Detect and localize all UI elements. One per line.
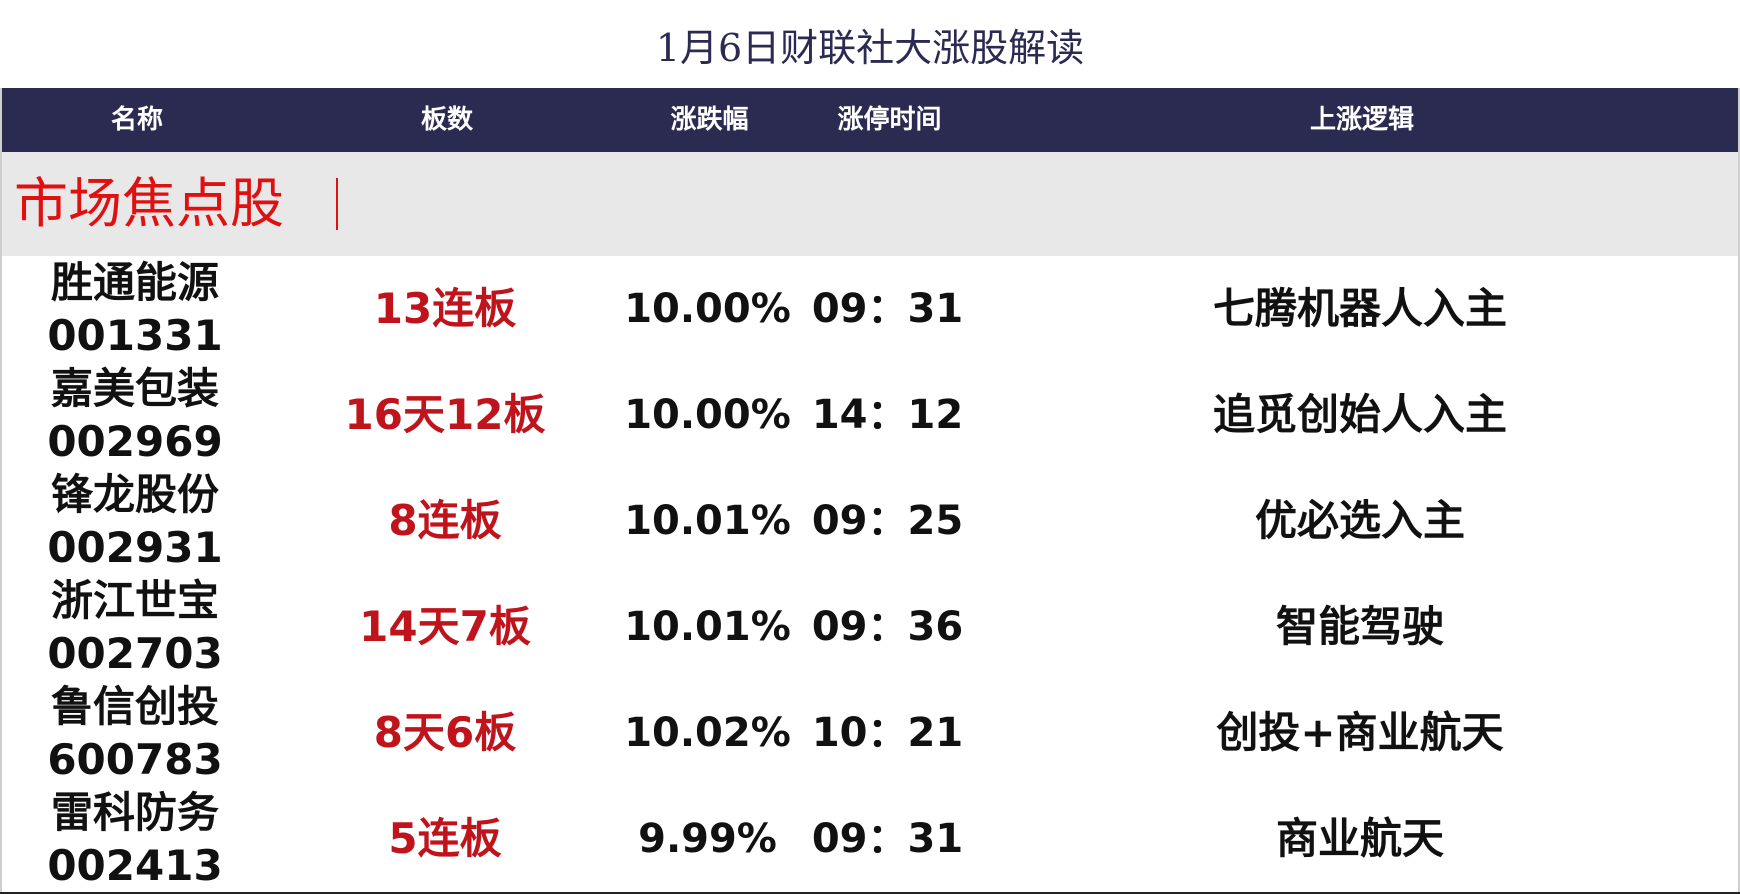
- change-percent: 10.00%: [624, 286, 791, 332]
- stock-name: 鲁信创投: [50, 682, 219, 731]
- header-board: 板数: [420, 105, 473, 135]
- stock-name-cell: 锋龙股份 002931: [10, 468, 260, 574]
- header-name: 名称: [110, 105, 163, 135]
- change-percent: 10.02%: [624, 710, 791, 756]
- page-title: 1月6日财联社大涨股解读: [655, 26, 1085, 70]
- rise-logic: 优必选入主: [1254, 496, 1465, 545]
- limit-time: 09：25: [811, 498, 964, 544]
- section-divider: [336, 178, 338, 230]
- board-count: 8连板: [388, 496, 502, 545]
- limit-time: 09：36: [811, 604, 964, 650]
- page: 1月6日财联社大涨股解读 名称 板数 涨跌幅 涨停时间 上涨逻辑 市场焦点股 胜…: [0, 0, 1740, 894]
- table-body: 胜通能源 001331 13连板 10.00% 09：31 七腾机器人入主 嘉美…: [0, 256, 1740, 892]
- stock-code: 600783: [47, 735, 223, 784]
- limit-time: 09：31: [811, 286, 964, 332]
- stock-name-cell: 鲁信创投 600783: [10, 680, 260, 786]
- rise-logic: 智能驾驶: [1275, 602, 1444, 651]
- stock-name: 雷科防务: [50, 788, 219, 837]
- table-left-edge: [0, 88, 2, 894]
- rise-logic: 商业航天: [1275, 814, 1444, 863]
- header-change: 涨跌幅: [670, 105, 749, 135]
- table-row: 嘉美包装 002969 16天12板 10.00% 14：12 追觅创始人入主: [0, 362, 1740, 468]
- stock-name-cell: 嘉美包装 002969: [10, 362, 260, 468]
- rise-logic: 七腾机器人入主: [1212, 284, 1507, 333]
- table-header: 名称 板数 涨跌幅 涨停时间 上涨逻辑: [2, 88, 1738, 152]
- limit-time: 14：12: [811, 392, 964, 438]
- section-label: 市场焦点股: [14, 172, 284, 235]
- stock-code: 002703: [47, 629, 223, 678]
- rise-logic: 创投+商业航天: [1216, 708, 1504, 757]
- section-band: 市场焦点股: [2, 152, 1738, 256]
- table-row: 锋龙股份 002931 8连板 10.01% 09：25 优必选入主: [0, 468, 1740, 574]
- stock-code: 001331: [47, 311, 223, 360]
- rise-logic: 追觅创始人入主: [1212, 390, 1507, 439]
- board-count: 13连板: [373, 284, 517, 333]
- limit-time: 10：21: [811, 710, 964, 756]
- stock-code: 002931: [47, 523, 223, 572]
- change-percent: 10.00%: [624, 392, 791, 438]
- stock-name: 锋龙股份: [50, 470, 219, 519]
- stock-name-cell: 胜通能源 001331: [10, 256, 260, 362]
- stock-name: 浙江世宝: [50, 576, 219, 625]
- stock-code: 002413: [47, 841, 223, 890]
- limit-time: 09：31: [811, 816, 964, 862]
- table-row: 雷科防务 002413 5连板 9.99% 09：31 商业航天: [0, 786, 1740, 892]
- stock-name: 嘉美包装: [50, 364, 219, 413]
- change-percent: 10.01%: [624, 498, 791, 544]
- stock-name: 胜通能源: [50, 258, 219, 307]
- header-logic: 上涨逻辑: [1309, 105, 1414, 135]
- table-row: 胜通能源 001331 13连板 10.00% 09：31 七腾机器人入主: [0, 256, 1740, 362]
- board-count: 16天12板: [344, 390, 546, 439]
- table-row: 鲁信创投 600783 8天6板 10.02% 10：21 创投+商业航天: [0, 680, 1740, 786]
- stock-name-cell: 浙江世宝 002703: [10, 574, 260, 680]
- change-percent: 9.99%: [638, 816, 777, 862]
- header-limit-time: 涨停时间: [837, 105, 942, 135]
- change-percent: 10.01%: [624, 604, 791, 650]
- stock-name-cell: 雷科防务 002413: [10, 786, 260, 892]
- table-row: 浙江世宝 002703 14天7板 10.01% 09：36 智能驾驶: [0, 574, 1740, 680]
- board-count: 14天7板: [359, 602, 531, 651]
- board-count: 8天6板: [373, 708, 517, 757]
- stock-code: 002969: [47, 417, 223, 466]
- board-count: 5连板: [388, 814, 502, 863]
